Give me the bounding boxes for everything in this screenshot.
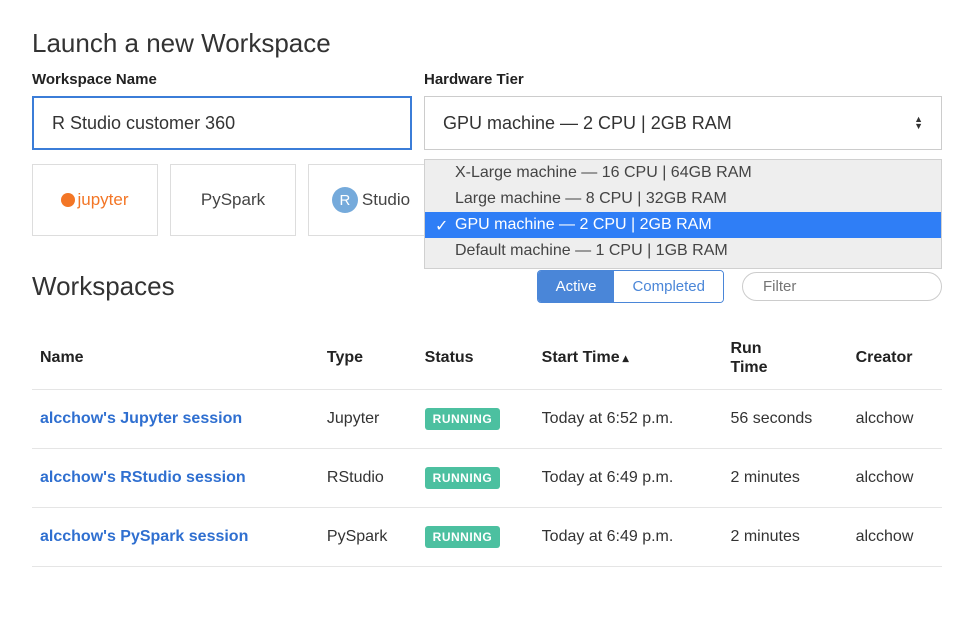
tab-completed[interactable]: Completed [614, 271, 723, 302]
workspace-link[interactable]: alcchow's RStudio session [40, 469, 246, 486]
workspace-name-label: Workspace Name [32, 71, 412, 88]
col-run-time[interactable]: RunTime [722, 327, 847, 390]
workspace-name-input[interactable] [32, 96, 412, 150]
col-creator[interactable]: Creator [848, 327, 942, 390]
workspace-link[interactable]: alcchow's Jupyter session [40, 410, 242, 427]
page-title: Launch a new Workspace [32, 28, 942, 59]
cell-run-time: 2 minutes [722, 508, 847, 567]
col-status[interactable]: Status [417, 327, 534, 390]
workspaces-table: Name Type Status Start Time▴ RunTime Cre… [32, 327, 942, 567]
col-name[interactable]: Name [32, 327, 319, 390]
workspaces-title: Workspaces [32, 271, 175, 302]
cell-creator: alcchow [848, 449, 942, 508]
status-badge: RUNNING [425, 467, 501, 489]
select-arrows-icon: ▲▼ [914, 116, 923, 130]
tool-card-rstudio[interactable]: R Studio [308, 164, 434, 236]
table-row: alcchow's PySpark session PySpark RUNNIN… [32, 508, 942, 567]
cell-run-time: 56 seconds [722, 390, 847, 449]
jupyter-label: jupyter [77, 190, 128, 210]
pyspark-label: PySpark [201, 190, 265, 210]
tab-active[interactable]: Active [538, 271, 615, 302]
hardware-tier-label: Hardware Tier [424, 71, 942, 88]
hardware-tier-option[interactable]: X-Large machine — 16 CPU | 64GB RAM [425, 160, 941, 186]
cell-type: PySpark [319, 508, 417, 567]
table-row: alcchow's RStudio session RStudio RUNNIN… [32, 449, 942, 508]
hardware-tier-option[interactable]: Large machine — 8 CPU | 32GB RAM [425, 186, 941, 212]
hardware-tier-option[interactable]: Default machine — 1 CPU | 1GB RAM [425, 238, 941, 264]
jupyter-icon: jupyter [61, 190, 128, 210]
workspaces-controls: Active Completed [537, 270, 942, 303]
cell-start-time: Today at 6:49 p.m. [534, 508, 723, 567]
hardware-tier-col: Hardware Tier GPU machine — 2 CPU | 2GB … [424, 71, 942, 150]
hardware-tier-selected-value: GPU machine — 2 CPU | 2GB RAM [443, 113, 732, 134]
hardware-tier-option[interactable]: GPU machine — 2 CPU | 2GB RAM [425, 212, 941, 238]
col-type[interactable]: Type [319, 327, 417, 390]
hardware-tier-dropdown: X-Large machine — 16 CPU | 64GB RAM Larg… [424, 159, 942, 269]
filter-input[interactable] [763, 278, 962, 295]
status-badge: RUNNING [425, 526, 501, 548]
hardware-tier-select[interactable]: GPU machine — 2 CPU | 2GB RAM ▲▼ [424, 96, 942, 150]
cell-start-time: Today at 6:52 p.m. [534, 390, 723, 449]
status-badge: RUNNING [425, 408, 501, 430]
cell-creator: alcchow [848, 390, 942, 449]
rstudio-label: Studio [362, 190, 410, 210]
cell-type: RStudio [319, 449, 417, 508]
tool-card-pyspark[interactable]: PySpark [170, 164, 296, 236]
filter-wrap[interactable] [742, 272, 942, 301]
workspace-name-col: Workspace Name [32, 71, 412, 150]
status-tab-group: Active Completed [537, 270, 724, 303]
cell-run-time: 2 minutes [722, 449, 847, 508]
tool-card-jupyter[interactable]: jupyter [32, 164, 158, 236]
cell-creator: alcchow [848, 508, 942, 567]
launch-form-row: Workspace Name Hardware Tier GPU machine… [32, 71, 942, 150]
workspace-link[interactable]: alcchow's PySpark session [40, 528, 248, 545]
table-row: alcchow's Jupyter session Jupyter RUNNIN… [32, 390, 942, 449]
col-start-time[interactable]: Start Time▴ [534, 327, 723, 390]
cell-type: Jupyter [319, 390, 417, 449]
sort-asc-icon: ▴ [623, 351, 629, 365]
workspaces-header-row: Workspaces Active Completed [32, 270, 942, 303]
cell-start-time: Today at 6:49 p.m. [534, 449, 723, 508]
rstudio-icon: R Studio [332, 187, 410, 213]
